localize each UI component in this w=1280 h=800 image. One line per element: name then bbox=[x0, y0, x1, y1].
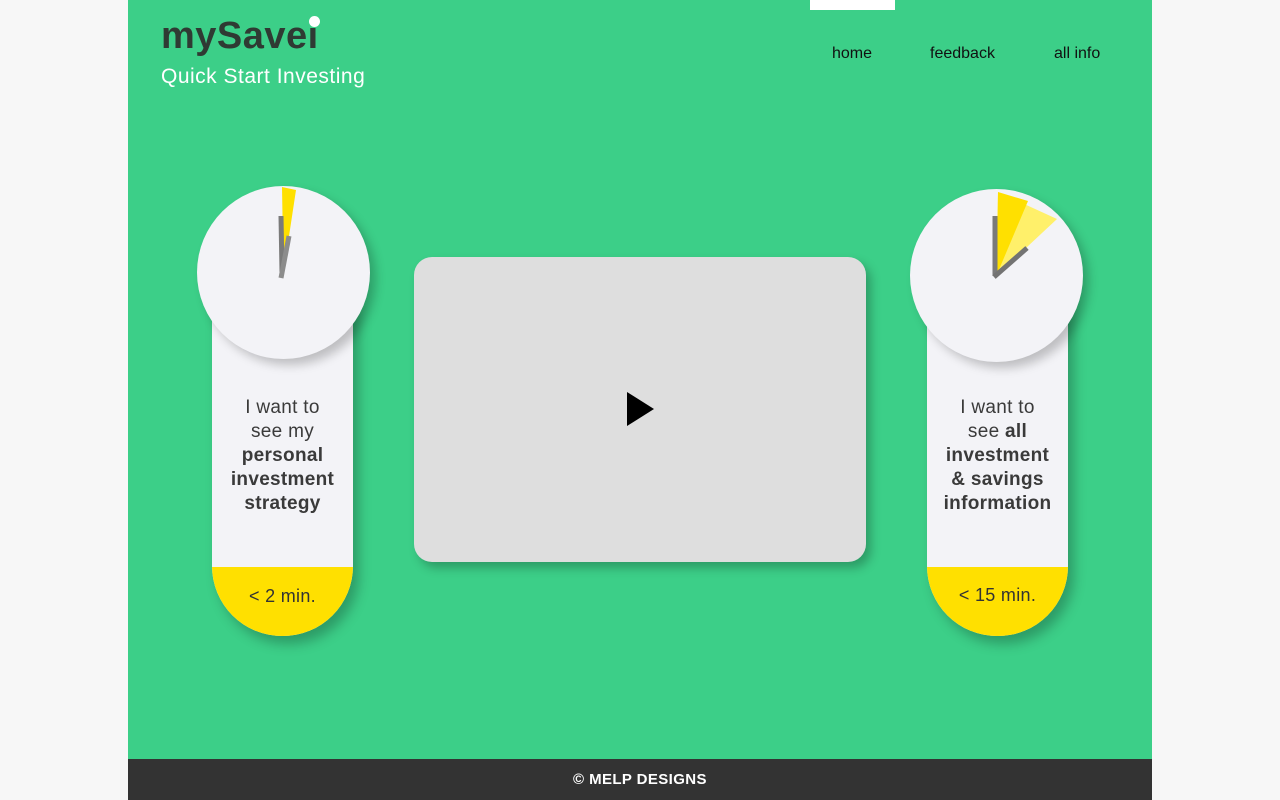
tagline: Quick Start Investing bbox=[161, 65, 366, 88]
clock-15min-icon bbox=[910, 189, 1083, 362]
quick-strategy-text: I want to see my personal investment str… bbox=[230, 397, 335, 514]
top-nav: home feedback all info bbox=[128, 45, 1152, 67]
quick-strategy-time-badge: < 2 min. bbox=[212, 567, 353, 636]
nav-item-feedback[interactable]: feedback bbox=[930, 45, 995, 63]
clock-2min-icon bbox=[197, 186, 370, 359]
nav-item-home[interactable]: home bbox=[832, 45, 872, 63]
intro-video[interactable] bbox=[414, 257, 866, 562]
full-info-text: I want to see all investment & savings i… bbox=[943, 397, 1052, 514]
nav-item-all-info[interactable]: all info bbox=[1054, 45, 1100, 63]
play-icon[interactable] bbox=[627, 392, 654, 426]
nav-active-indicator bbox=[810, 0, 895, 10]
footer: © MELP DESIGNS bbox=[128, 759, 1152, 800]
full-info-time-badge: < 15 min. bbox=[927, 567, 1068, 636]
main-page: mySavei Quick Start Investing home feedb… bbox=[128, 0, 1152, 759]
logo-dot-icon bbox=[309, 16, 320, 27]
